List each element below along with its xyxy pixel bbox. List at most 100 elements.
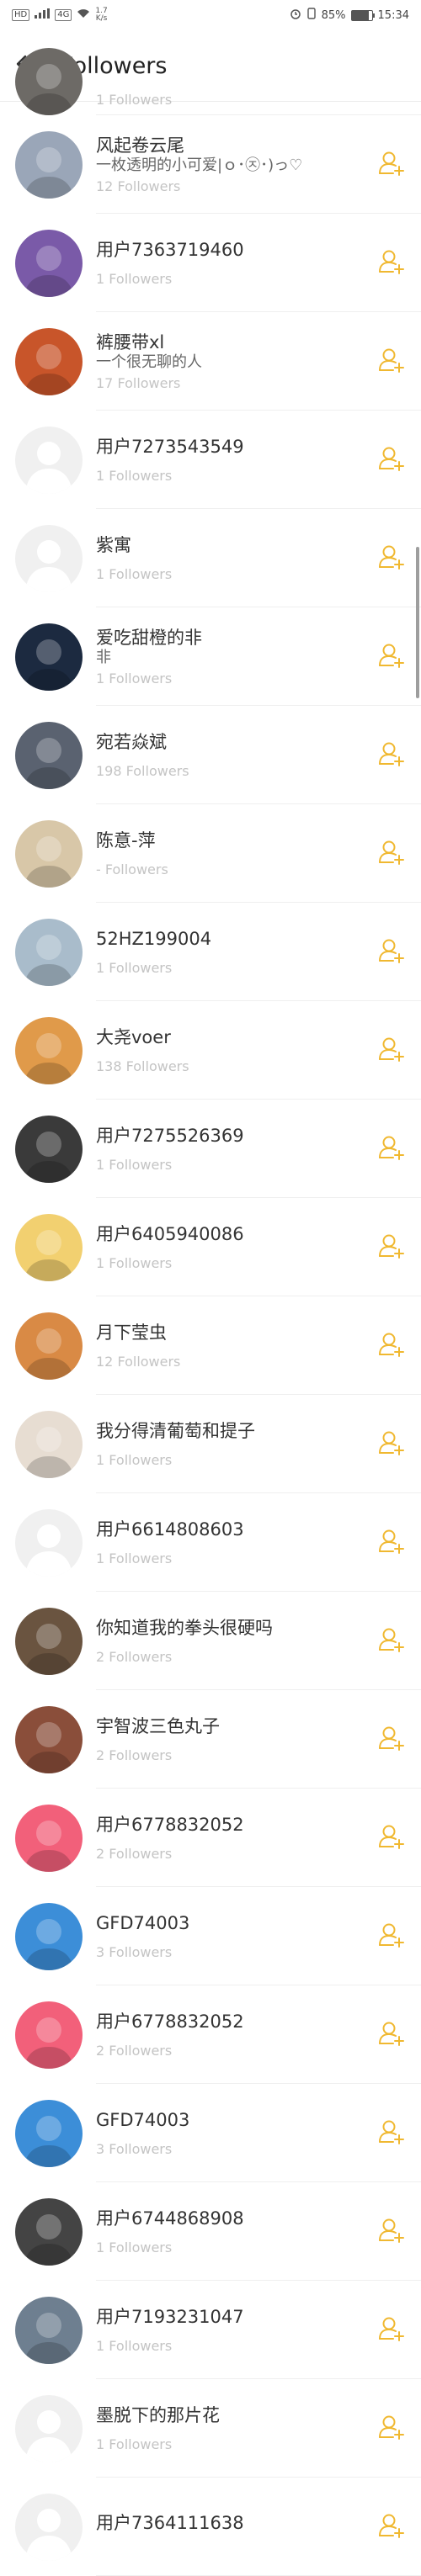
avatar[interactable] bbox=[15, 1312, 83, 1380]
follower-row[interactable]: 宇智波三色丸子 2 Followers bbox=[0, 1690, 421, 1789]
follow-button[interactable] bbox=[362, 1330, 421, 1362]
avatar[interactable] bbox=[15, 2394, 83, 2462]
follower-row[interactable]: 你知道我的拳头很硬吗 2 Followers bbox=[0, 1592, 421, 1690]
add-user-icon bbox=[377, 1527, 406, 1559]
follow-button[interactable] bbox=[362, 1232, 421, 1264]
follow-button[interactable] bbox=[362, 247, 421, 279]
follower-info: 1 Followers bbox=[96, 92, 362, 115]
add-user-icon bbox=[377, 2314, 406, 2346]
avatar[interactable] bbox=[15, 2001, 83, 2069]
avatar[interactable] bbox=[15, 48, 83, 115]
follower-row[interactable]: 用户7363719460 1 Followers bbox=[0, 214, 421, 312]
follower-row[interactable]: 风起卷云尾 一枚透明的小可爱|ｏ･㉨･)っ♡ 12 Followers bbox=[0, 115, 421, 214]
avatar[interactable] bbox=[15, 1607, 83, 1675]
follower-row[interactable]: GFD74003 3 Followers bbox=[0, 1887, 421, 1985]
add-user-icon bbox=[377, 2118, 406, 2149]
follow-button[interactable] bbox=[362, 2314, 421, 2346]
add-user-icon bbox=[377, 641, 406, 673]
follow-button[interactable] bbox=[362, 838, 421, 870]
follower-count: 12 Followers bbox=[96, 1353, 181, 1370]
avatar[interactable] bbox=[15, 2493, 83, 2561]
follower-count: 1 Followers bbox=[96, 1156, 173, 1173]
follower-row[interactable]: 爱吃甜橙的非非 1 Followers bbox=[0, 607, 421, 706]
follower-row[interactable]: 用户7275526369 1 Followers bbox=[0, 1100, 421, 1198]
avatar[interactable] bbox=[15, 918, 83, 986]
follower-row[interactable]: 紫寓 1 Followers bbox=[0, 509, 421, 607]
avatar[interactable] bbox=[15, 130, 83, 199]
avatar[interactable] bbox=[15, 1016, 83, 1084]
follow-button[interactable] bbox=[362, 149, 421, 181]
follower-info: 大尧voer 138 Followers bbox=[96, 1001, 362, 1100]
follow-button[interactable] bbox=[362, 936, 421, 968]
follow-button[interactable] bbox=[362, 2511, 421, 2543]
avatar[interactable] bbox=[15, 2296, 83, 2364]
avatar[interactable] bbox=[15, 1705, 83, 1773]
follower-row[interactable]: 用户6778832052 2 Followers bbox=[0, 1985, 421, 2084]
follow-button[interactable] bbox=[362, 1035, 421, 1067]
follow-button[interactable] bbox=[362, 346, 421, 378]
add-user-icon bbox=[377, 543, 406, 575]
follower-row[interactable]: 52HZ199004 1 Followers bbox=[0, 903, 421, 1001]
add-user-icon bbox=[377, 1625, 406, 1657]
follower-name: 用户7193231047 bbox=[96, 2306, 244, 2327]
follower-row[interactable]: 月下莹虫 12 Followers bbox=[0, 1296, 421, 1395]
avatar[interactable] bbox=[15, 426, 83, 494]
followers-list: 1 Followers 风起卷云尾 一枚透明的小可爱|ｏ･㉨･)っ♡ 12 Follo… bbox=[0, 48, 421, 2576]
follower-name: GFD74003 bbox=[96, 2109, 190, 2130]
follow-button[interactable] bbox=[362, 1822, 421, 1854]
follower-row[interactable]: 1 Followers bbox=[0, 48, 421, 115]
follow-button[interactable] bbox=[362, 1527, 421, 1559]
follower-row[interactable]: 用户7364111638 bbox=[0, 2478, 421, 2576]
follow-button[interactable] bbox=[362, 2019, 421, 2051]
follow-button[interactable] bbox=[362, 641, 421, 673]
scrollbar[interactable] bbox=[416, 547, 419, 698]
follower-row[interactable]: GFD74003 3 Followers bbox=[0, 2084, 421, 2182]
follow-button[interactable] bbox=[362, 2118, 421, 2149]
avatar[interactable] bbox=[15, 1213, 83, 1281]
avatar[interactable] bbox=[15, 229, 83, 297]
follow-button[interactable] bbox=[362, 1921, 421, 1953]
avatar[interactable] bbox=[15, 623, 83, 691]
add-user-icon bbox=[377, 838, 406, 870]
avatar[interactable] bbox=[15, 2099, 83, 2167]
follower-row[interactable]: 裤腰带xl 一个很无聊的人 17 Followers bbox=[0, 312, 421, 411]
add-user-icon bbox=[377, 1330, 406, 1362]
avatar[interactable] bbox=[15, 327, 83, 395]
follower-row[interactable]: 用户6405940086 1 Followers bbox=[0, 1198, 421, 1296]
follower-row[interactable]: 我分得清葡萄和提子 1 Followers bbox=[0, 1395, 421, 1493]
add-user-icon bbox=[377, 346, 406, 378]
follower-row[interactable]: 用户7273543549 1 Followers bbox=[0, 411, 421, 509]
follow-button[interactable] bbox=[362, 2216, 421, 2248]
battery-icon bbox=[350, 9, 375, 21]
add-user-icon bbox=[377, 936, 406, 968]
follower-name: 用户6778832052 bbox=[96, 2011, 244, 2032]
avatar[interactable] bbox=[15, 1804, 83, 1872]
follow-button[interactable] bbox=[362, 1625, 421, 1657]
follower-row[interactable]: 大尧voer 138 Followers bbox=[0, 1001, 421, 1100]
follow-button[interactable] bbox=[362, 543, 421, 575]
follower-row[interactable]: 用户6744868908 1 Followers bbox=[0, 2182, 421, 2281]
avatar[interactable] bbox=[15, 1115, 83, 1183]
follower-row[interactable]: 用户6778832052 2 Followers bbox=[0, 1789, 421, 1887]
follower-info: 我分得清葡萄和提子 1 Followers bbox=[96, 1395, 362, 1493]
follower-row[interactable]: 陈意-萍 - Followers bbox=[0, 804, 421, 903]
follow-button[interactable] bbox=[362, 1724, 421, 1756]
avatar[interactable] bbox=[15, 2197, 83, 2266]
follow-button[interactable] bbox=[362, 1133, 421, 1165]
follower-row[interactable]: 用户7193231047 1 Followers bbox=[0, 2281, 421, 2379]
follower-row[interactable]: 宛若焱斌 198 Followers bbox=[0, 706, 421, 804]
avatar[interactable] bbox=[15, 721, 83, 789]
add-user-icon bbox=[377, 2511, 406, 2543]
follow-button[interactable] bbox=[362, 444, 421, 476]
follow-button[interactable] bbox=[362, 2413, 421, 2445]
follower-row[interactable]: 墨脱下的那片花 1 Followers bbox=[0, 2379, 421, 2478]
avatar[interactable] bbox=[15, 819, 83, 888]
avatar[interactable] bbox=[15, 1508, 83, 1577]
avatar[interactable] bbox=[15, 524, 83, 592]
follower-row[interactable]: 用户6614808603 1 Followers bbox=[0, 1493, 421, 1592]
follow-button[interactable] bbox=[362, 739, 421, 771]
follow-button[interactable] bbox=[362, 1428, 421, 1460]
avatar[interactable] bbox=[15, 1902, 83, 1970]
status-right: 85% 15:34 bbox=[290, 8, 409, 23]
avatar[interactable] bbox=[15, 1410, 83, 1478]
